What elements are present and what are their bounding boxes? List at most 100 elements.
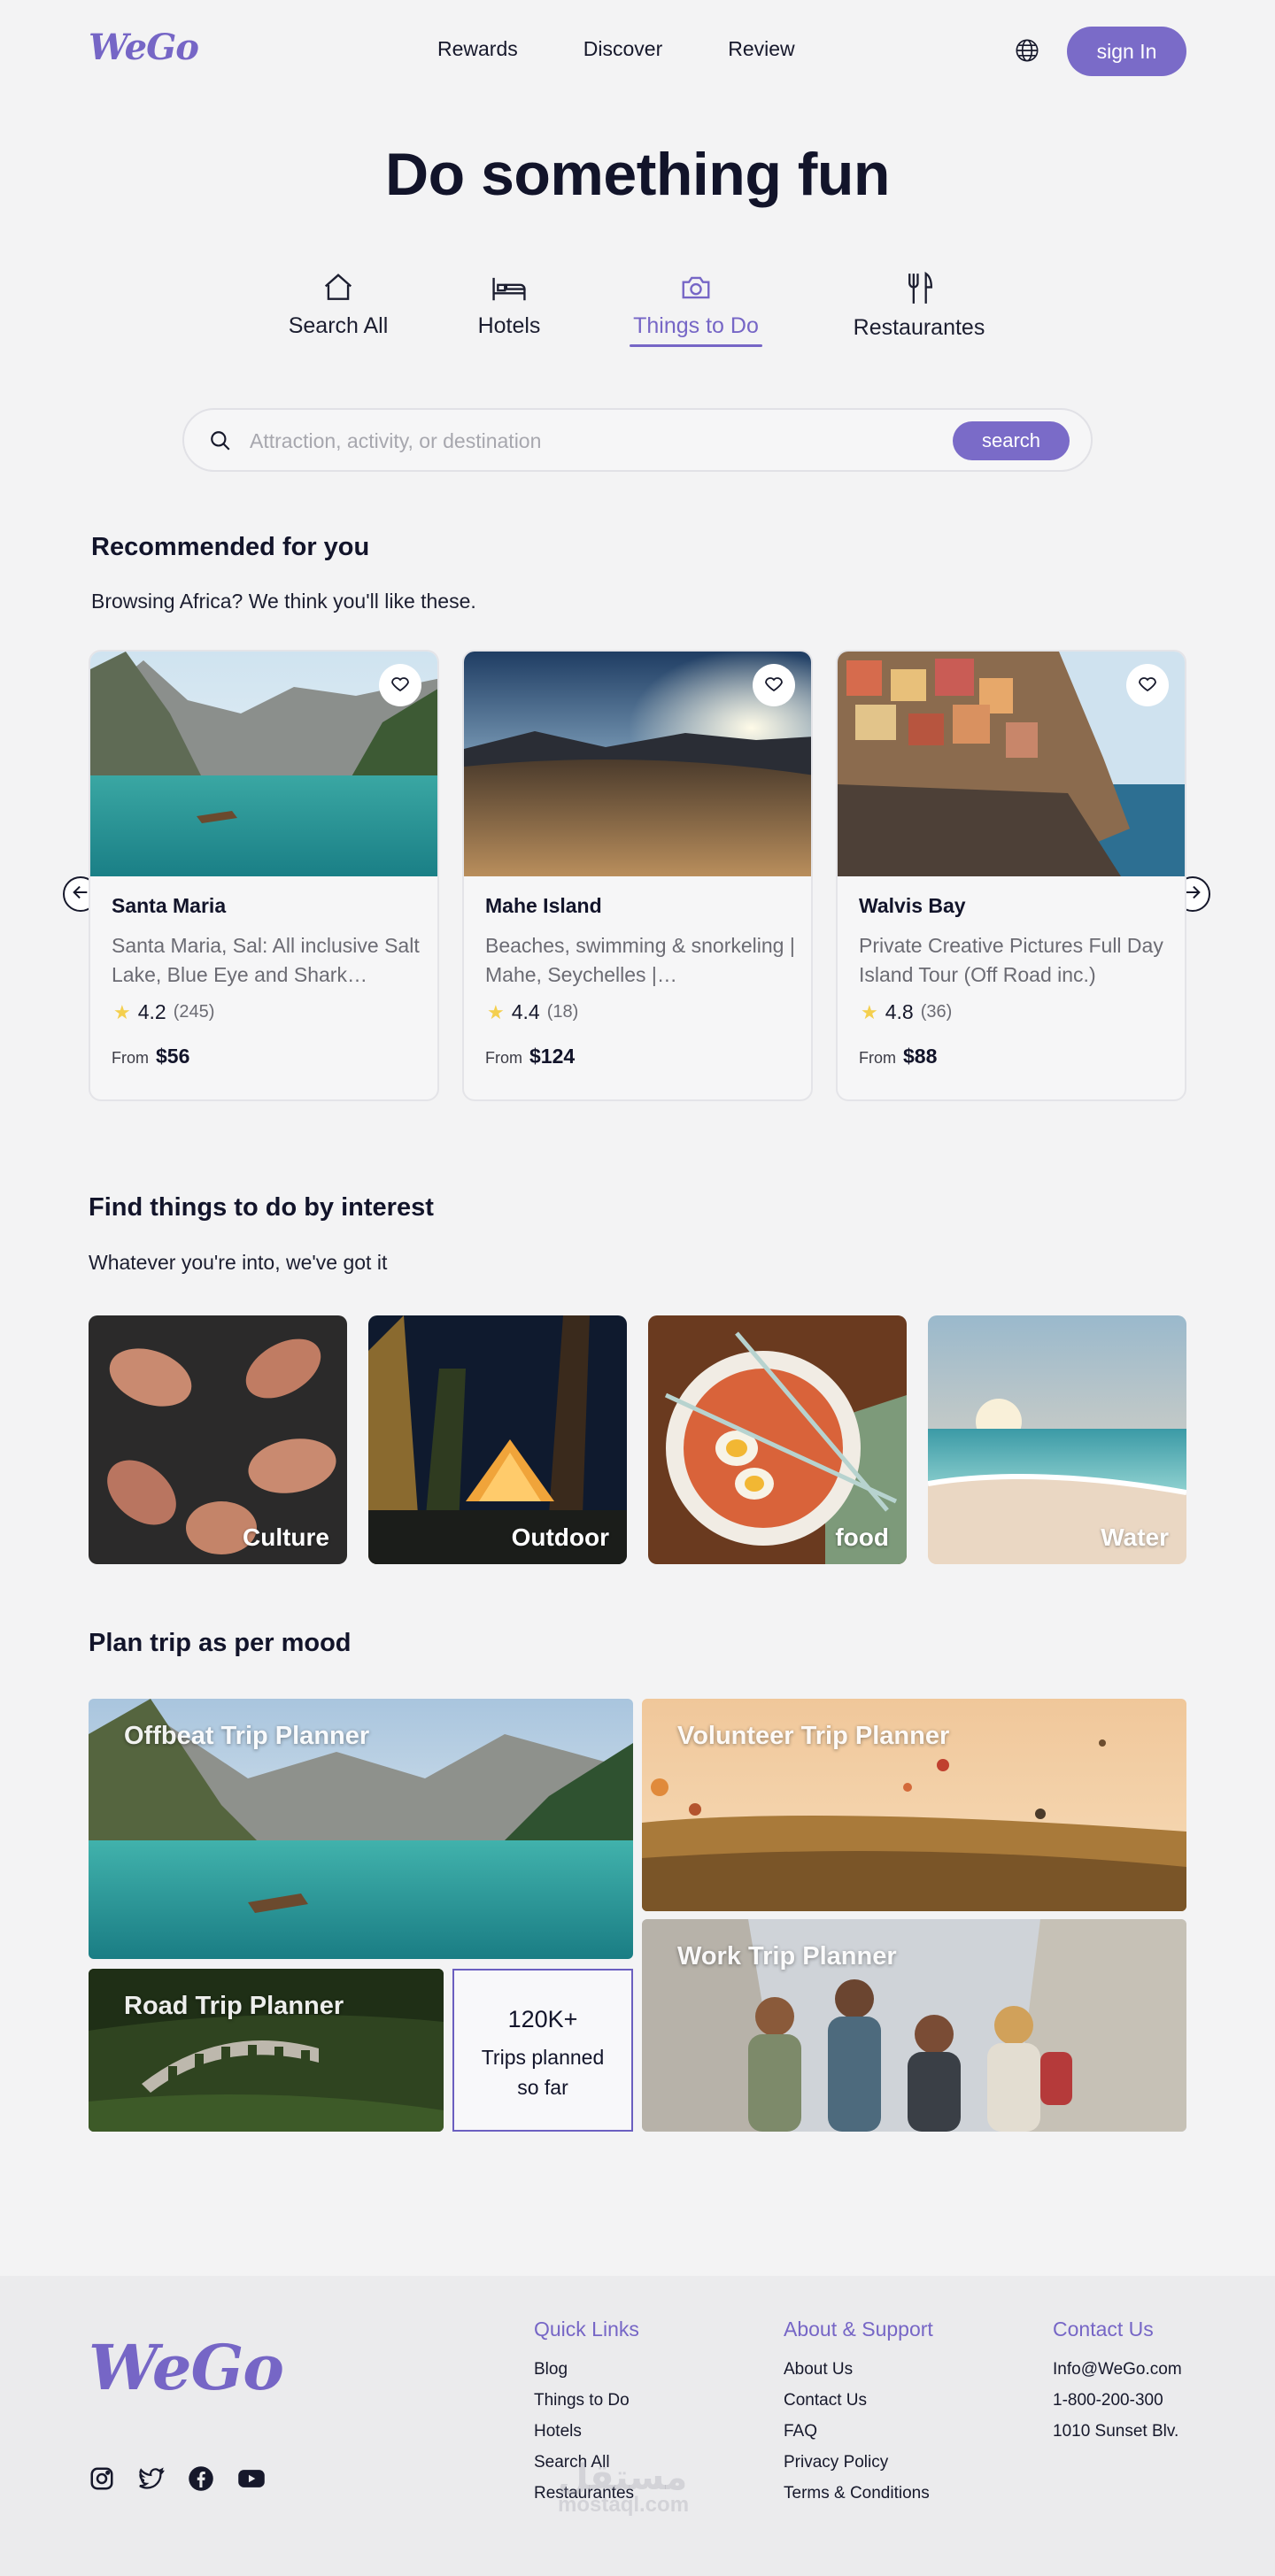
- nav-review[interactable]: Review: [728, 37, 794, 61]
- interest-tile-water[interactable]: Water: [928, 1315, 1186, 1564]
- footer-about-support: About & Support About Us Contact Us FAQ …: [784, 2318, 933, 2509]
- card-rating: ★ 4.2 (245): [113, 1000, 214, 1024]
- favorite-button[interactable]: [1126, 664, 1169, 706]
- mood-title: Plan trip as per mood: [89, 1629, 352, 1657]
- footer-link-hotels[interactable]: Hotels: [534, 2416, 639, 2447]
- card-santa-maria[interactable]: Santa Maria Santa Maria, Sal: All inclus…: [89, 650, 439, 1101]
- tab-things-to-do[interactable]: Things to Do: [630, 271, 762, 347]
- rating-value: 4.2: [137, 1000, 166, 1023]
- interest-tile-food[interactable]: food: [648, 1315, 907, 1564]
- star-icon: ★: [113, 1000, 131, 1023]
- mood-offbeat[interactable]: Offbeat Trip Planner: [89, 1699, 633, 1959]
- footer-link-faq[interactable]: FAQ: [784, 2416, 933, 2447]
- star-icon: ★: [487, 1000, 505, 1023]
- nav-rewards[interactable]: Rewards: [437, 37, 518, 61]
- price-amount: $124: [529, 1045, 576, 1068]
- price-amount: $56: [156, 1045, 190, 1068]
- tab-label: Things to Do: [633, 313, 759, 338]
- footer-link-privacy-policy[interactable]: Privacy Policy: [784, 2447, 933, 2478]
- trips-stat-box: 120K+ Trips planned so far: [452, 1969, 633, 2132]
- tab-label: Search All: [288, 313, 389, 338]
- mood-volunteer[interactable]: Volunteer Trip Planner: [642, 1699, 1186, 1911]
- mood-label: Offbeat Trip Planner: [124, 1722, 370, 1750]
- watermark-url: mostaql.com: [558, 2493, 690, 2517]
- footer-link-contact-us[interactable]: Contact Us: [784, 2385, 933, 2416]
- tab-restaurantes[interactable]: Restaurantes: [847, 271, 991, 341]
- card-rating: ★ 4.8 (36): [861, 1000, 952, 1024]
- tab-search-all[interactable]: Search All: [283, 271, 393, 339]
- star-icon: ★: [861, 1000, 878, 1023]
- sign-in-button[interactable]: sign In: [1067, 27, 1186, 76]
- mood-road[interactable]: Road Trip Planner: [89, 1969, 444, 2132]
- globe-icon[interactable]: [1015, 38, 1039, 63]
- search-button[interactable]: search: [953, 421, 1070, 460]
- fork-knife-icon: [847, 271, 991, 306]
- mood-work[interactable]: Work Trip Planner: [642, 1919, 1186, 2132]
- youtube-icon[interactable]: [237, 2465, 265, 2492]
- price-prefix: From: [859, 1049, 896, 1067]
- mood-label: Road Trip Planner: [124, 1992, 344, 2020]
- card-mahe-island[interactable]: Mahe Island Beaches, swimming & snorkeli…: [462, 650, 813, 1101]
- rating-value: 4.4: [511, 1000, 540, 1023]
- card-price: From $56: [112, 1045, 189, 1068]
- active-tab-underline: [630, 344, 762, 347]
- trips-stat-number: 120K+: [507, 2006, 578, 2032]
- card-price: From $124: [485, 1045, 575, 1068]
- site-header: WeGo Rewards Discover Review sign In: [0, 0, 1275, 103]
- camera-icon: [630, 271, 762, 305]
- footer-link-about-us[interactable]: About Us: [784, 2354, 933, 2385]
- card-walvis-bay[interactable]: Walvis Bay Private Creative Pictures Ful…: [836, 650, 1186, 1101]
- card-title: Walvis Bay: [859, 894, 966, 917]
- instagram-icon[interactable]: [89, 2465, 115, 2492]
- rating-count: (36): [920, 1002, 953, 1022]
- footer-link-things-to-do[interactable]: Things to Do: [534, 2385, 639, 2416]
- rating-value: 4.8: [885, 1000, 914, 1023]
- interest-tile-culture[interactable]: Culture: [89, 1315, 347, 1564]
- heart-icon: [1137, 673, 1158, 698]
- price-prefix: From: [112, 1049, 149, 1067]
- watermark-text: مستقل: [558, 2458, 688, 2497]
- search-bar: search: [182, 408, 1093, 472]
- card-description: Santa Maria, Sal: All inclusive Salt Lak…: [112, 934, 420, 986]
- page-title: Do something fun: [385, 141, 890, 208]
- footer-link-terms[interactable]: Terms & Conditions: [784, 2478, 933, 2509]
- nav-discover[interactable]: Discover: [583, 37, 662, 61]
- card-price: From $88: [859, 1045, 937, 1068]
- watermark: مستقل mostaql.com: [558, 2457, 689, 2518]
- price-amount: $88: [903, 1045, 938, 1068]
- arrow-left-icon: [71, 883, 90, 906]
- footer-col-title: Contact Us: [1053, 2318, 1154, 2341]
- main-nav: Rewards Discover Review: [437, 37, 795, 61]
- footer-logo[interactable]: WeGo: [89, 2331, 284, 2404]
- site-footer: WeGo Quick Links Blog Things to Do Hotel…: [0, 2276, 1275, 2576]
- heart-icon: [390, 673, 411, 698]
- interest-tile-outdoor[interactable]: Outdoor: [368, 1315, 627, 1564]
- mood-label: Work Trip Planner: [677, 1942, 897, 1971]
- social-links: [89, 2465, 265, 2492]
- footer-link-blog[interactable]: Blog: [534, 2354, 639, 2385]
- footer-phone[interactable]: 1-800-200-300: [1053, 2385, 1182, 2416]
- card-description: Private Creative Pictures Full Day Islan…: [859, 934, 1163, 986]
- search-icon: [209, 429, 232, 452]
- recommended-title: Recommended for you: [91, 533, 370, 561]
- tile-label: Culture: [243, 1523, 329, 1551]
- card-description: Beaches, swimming & snorkeling | Mahe, S…: [485, 934, 795, 986]
- favorite-button[interactable]: [753, 664, 795, 706]
- rating-count: (18): [546, 1002, 579, 1022]
- footer-col-title: About & Support: [784, 2318, 933, 2341]
- facebook-icon[interactable]: [188, 2465, 214, 2492]
- twitter-icon[interactable]: [138, 2465, 165, 2492]
- heart-icon: [763, 673, 784, 698]
- footer-email[interactable]: Info@WeGo.com: [1053, 2354, 1182, 2385]
- footer-address: 1010 Sunset Blv.: [1053, 2422, 1179, 2441]
- interest-title: Find things to do by interest: [89, 1193, 434, 1222]
- footer-col-title: Quick Links: [534, 2318, 639, 2341]
- logo[interactable]: WeGo: [89, 27, 199, 68]
- interest-subtitle: Whatever you're into, we've got it: [89, 1251, 388, 1274]
- price-prefix: From: [485, 1049, 522, 1067]
- card-title: Mahe Island: [485, 894, 602, 917]
- favorite-button[interactable]: [379, 664, 421, 706]
- tab-hotels[interactable]: Hotels: [475, 271, 543, 339]
- search-input[interactable]: [250, 422, 940, 459]
- tile-label: food: [835, 1523, 889, 1551]
